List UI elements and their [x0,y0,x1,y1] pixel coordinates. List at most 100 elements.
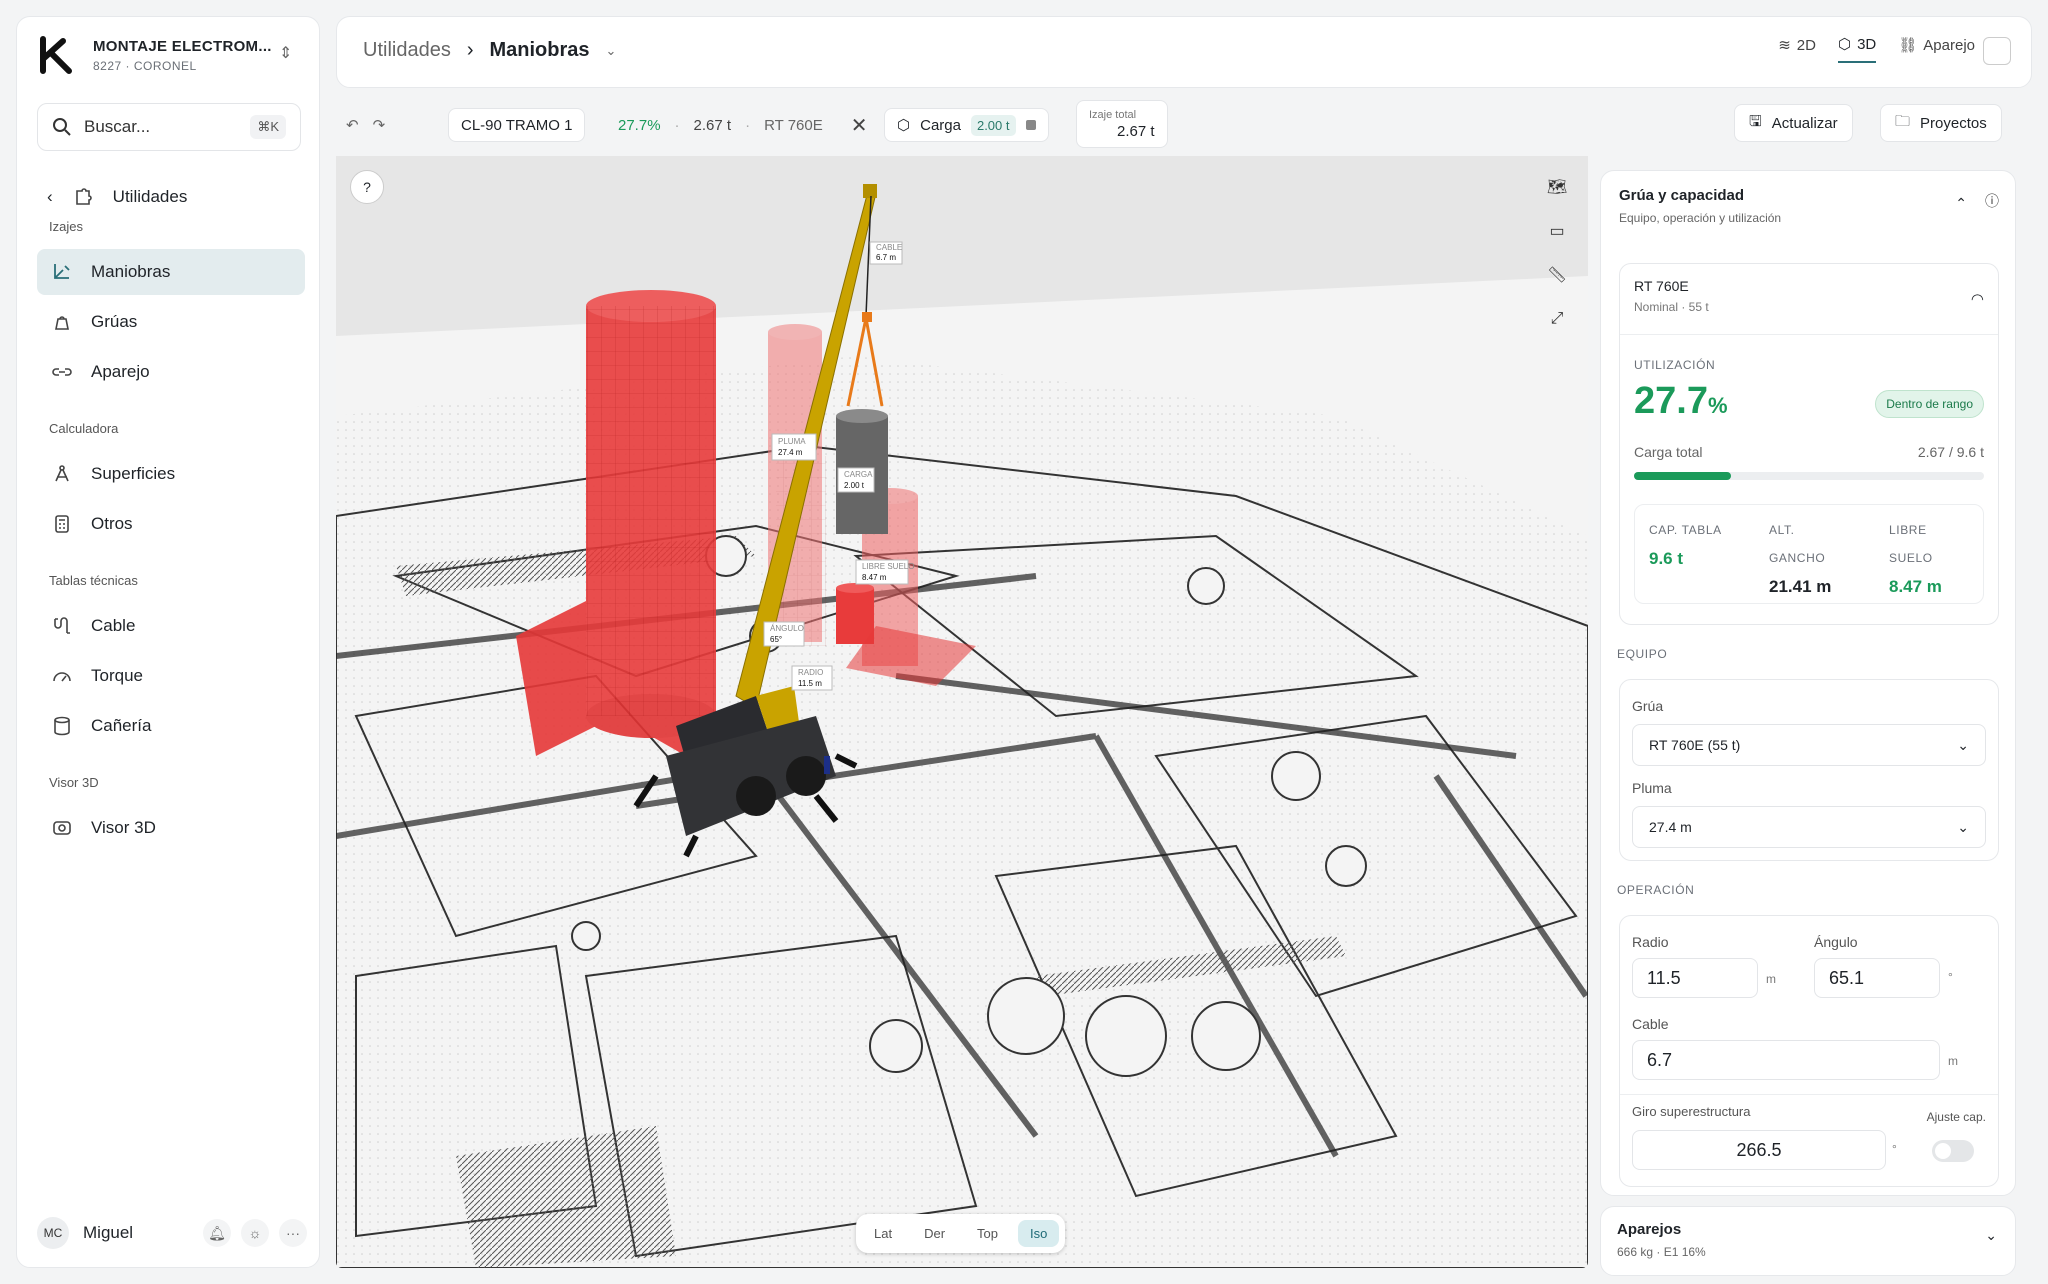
redo-icon[interactable]: ↷ [373,116,386,134]
scene-canvas[interactable]: CABLE6.7 m PLUMA 27.4 m CARGA 2.00 t LIBRE… [336,156,1588,1268]
sidebar-item-aparejo[interactable]: Aparejo [37,349,305,395]
sidebar-item-torque[interactable]: Torque [37,653,305,699]
cable-input[interactable]: 6.7 [1632,1040,1940,1080]
label-pluma: PLUMA 27.4 m [771,433,817,461]
section-title-tablas: Tablas técnicas [49,573,138,588]
view-tab-aparejo[interactable]: ⛓ Aparejo [1898,35,1975,63]
view-der-button[interactable]: Der [912,1220,957,1247]
stat-label-2: SUELO [1889,551,1933,565]
3d-viewport[interactable]: CABLE 6.7 m PLUMA 27.4 m CARGA 2.00 t LIBRE… [336,156,1588,1268]
label-title: LIBRE SUELO [862,562,914,571]
expand-icon[interactable]: ⤢ [1544,306,1570,332]
sidebar-item-gruas[interactable]: Grúas [37,299,305,345]
project-switcher[interactable]: MONTAJE ELECTROM... 8227 · CORONEL [37,35,272,75]
sidebar-item-visor-3d[interactable]: Visor 3D [37,805,305,851]
crane-name: RT 760E [1634,278,1689,294]
angulo-input[interactable]: 65.1 [1814,958,1940,998]
view-tab-3d[interactable]: ⬡ 3D [1837,35,1877,63]
view-top-button[interactable]: Top [965,1220,1010,1247]
user-name: Miguel [83,1223,134,1242]
label-angulo: ÁNGULO 65° [763,621,805,647]
map-icon[interactable]: 🗺︎ [1544,174,1570,200]
utilization-label: UTILIZACIÓN [1634,358,1716,372]
measure-icon[interactable]: 📏︎ [1544,262,1570,288]
load-total-value: 2.67 / 9.6 t [1917,444,1984,460]
close-icon[interactable]: ✕ [851,113,868,138]
stat-value: 9.6 t [1649,549,1684,568]
projects-button[interactable]: 🗀 Proyectos [1880,104,2002,142]
total-lift: Izaje total 2.67 t [1076,100,1168,148]
utilization-number: 27.7 [1634,380,1708,422]
view-lat-button[interactable]: Lat [862,1220,904,1247]
chevron-up-icon[interactable]: ⌃ [1955,195,1967,212]
aparejos-card[interactable]: Aparejos 666 kg · E1 16% ⌄ [1600,1206,2016,1276]
search-icon [53,118,71,136]
crane-nominal: Nominal · 55 t [1634,300,1709,314]
compass-icon [55,465,69,482]
pipe-icon [54,716,70,736]
sidebar-item-cable[interactable]: Cable [37,603,305,649]
user-menu[interactable]: MC Miguel 🔔︎ ☼ ··· [37,1217,307,1249]
more-icon[interactable]: ··· [279,1219,307,1247]
update-label: Actualizar [1771,114,1838,132]
cable-icon [54,617,70,634]
ajuste-toggle[interactable] [1932,1140,1974,1162]
ajuste-label: Ajuste cap. [1926,1110,1986,1124]
gauge-icon[interactable]: ◠ [1971,290,1984,308]
view-iso-button[interactable]: Iso [1018,1220,1060,1247]
utilization-readout: 27.7% [618,116,661,134]
panel-header: Grúa y capacidad Equipo, operación y uti… [1619,187,1781,225]
search-input[interactable]: Buscar... ⌘K [37,103,301,151]
folder-icon: 🗀 [1895,112,1911,130]
load-selector[interactable]: ⬡ Carga 2.00 t [884,108,1049,142]
utilization-card: RT 760E Nominal · 55 t ◠ UTILIZACIÓN 27.… [1619,263,1999,625]
gauge-icon [53,672,71,682]
chevron-down-icon[interactable]: ⌄ [606,43,617,59]
sidebar-item-caneria[interactable]: Cañería [37,703,305,749]
stat-label: CAP. TABLA [1649,523,1722,537]
logo-icon [40,36,72,74]
radio-input[interactable]: 11.5 [1632,958,1758,998]
stat-value: 21.41 m [1769,577,1832,596]
giro-input[interactable]: 266.5 [1632,1130,1886,1170]
grua-value: RT 760E (55 t) [1649,737,1741,753]
view-tab-2d[interactable]: ≋ 2D [1778,35,1816,63]
view-switcher: ≋ 2D ⬡ 3D ⛓ Aparejo [1778,35,1975,63]
chevron-updown-icon[interactable]: ⇕ [279,43,292,63]
sidebar-item-label: Cañería [91,716,152,735]
breadcrumb-current[interactable]: Maniobras [490,39,590,62]
maneuver-selector[interactable]: CL-90 TRAMO 1 [448,108,586,142]
crane-route-icon [54,264,70,279]
help-button[interactable]: ? [350,170,384,204]
label-radio: RADIO 11.5 m [791,665,833,691]
rigging-icon: ⛓ [1898,37,1918,54]
total-label: Izaje total [1089,108,1137,121]
bell-icon[interactable]: 🔔︎ [203,1219,231,1247]
back-to-utilidades[interactable]: ‹ Utilidades [47,185,187,209]
maneuver-toolbar: ↶ ↷ CL-90 TRAMO 1 27.7% · 2.67 t · RT 76… [336,96,2032,154]
search-shortcut: ⌘K [250,115,286,139]
sidebar-item-superficies[interactable]: Superficies [37,451,305,497]
info-icon[interactable]: ⓘ [1985,191,1999,211]
sun-icon[interactable]: ☼ [241,1219,269,1247]
utilization-unit: % [1707,393,1728,418]
pluma-select[interactable]: 27.4 m ⌄ [1632,806,1986,848]
calendar-icon[interactable] [1983,37,2011,65]
grua-select[interactable]: RT 760E (55 t) ⌄ [1632,724,1986,766]
view-3d-icon [53,821,71,835]
label-value: 8.47 m [862,573,887,582]
screen-icon[interactable]: ▭ [1544,218,1570,244]
project-subtitle: 8227 · CORONEL [93,58,197,73]
update-button[interactable]: 🖫 Actualizar [1734,104,1853,142]
sidebar-item-otros[interactable]: Otros [37,501,305,547]
equipo-section-title: EQUIPO [1617,647,1668,661]
sidebar-item-maniobras[interactable]: Maniobras [37,249,305,295]
breadcrumb-parent[interactable]: Utilidades [363,39,451,62]
label-title: PLUMA [778,437,806,446]
undo-icon[interactable]: ↶ [346,116,359,134]
package-icon: ⬡ [897,117,911,134]
stop-icon[interactable] [1025,120,1036,130]
separator-dot: · [674,116,680,134]
section-title-visor: Visor 3D [49,775,99,790]
sidebar-item-label: Cable [91,616,136,635]
